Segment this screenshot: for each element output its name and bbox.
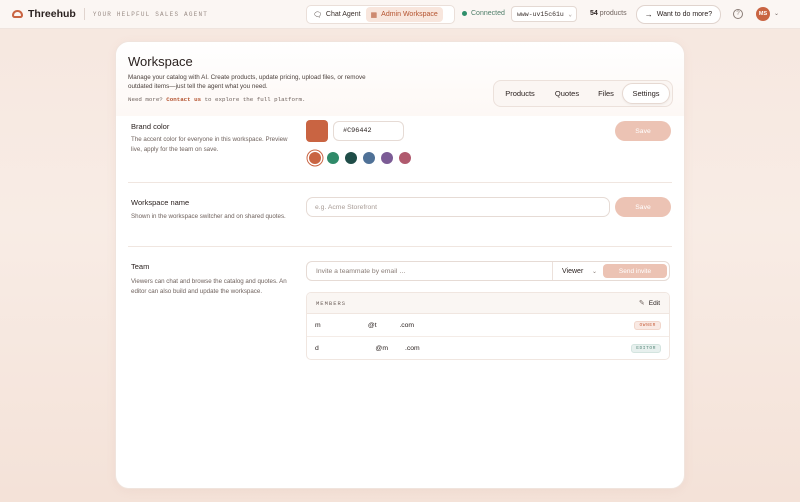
color-palette xyxy=(309,152,417,164)
chat-agent-button[interactable]: 🗨 Chat Agent xyxy=(308,7,366,22)
workspace-name-description: Shown in the workspace switcher and on s… xyxy=(131,213,286,220)
send-invite-button[interactable]: Send invite xyxy=(603,264,667,278)
team-title: Team xyxy=(131,262,150,271)
section-divider xyxy=(128,246,672,247)
palette-swatch-blue[interactable] xyxy=(363,152,375,164)
contact-note: Need more? Contact us to explore the ful… xyxy=(128,96,305,103)
save-brand-color-button[interactable]: Save xyxy=(615,121,671,141)
members-label: MEMBERS xyxy=(316,299,347,307)
contact-prefix: Need more? xyxy=(128,96,163,103)
brand-separator xyxy=(83,8,85,20)
chat-icon: 🗨 xyxy=(313,11,322,19)
palette-swatch-dark-teal[interactable] xyxy=(345,152,357,164)
member-email: m @t .com xyxy=(315,321,415,329)
section-divider xyxy=(128,182,672,183)
page-title: Workspace xyxy=(128,54,193,69)
want-more-button[interactable]: → Want to do more? xyxy=(636,5,721,24)
help-icon[interactable]: ? xyxy=(733,9,743,19)
workspace-panel: Workspace Manage your catalog with AI. C… xyxy=(115,41,685,489)
team-description: Viewers can chat and browse the catalog … xyxy=(131,278,287,295)
invite-email-input[interactable]: Invite a teammate by email … xyxy=(307,262,553,280)
edit-members-button[interactable]: ✎ Edit xyxy=(638,299,660,308)
role-select[interactable]: Viewer ⌄ xyxy=(553,262,601,280)
want-more-label: Want to do more? xyxy=(656,11,713,18)
brand-color-hex-input[interactable]: #C96442 xyxy=(333,121,404,141)
palette-swatch-green[interactable] xyxy=(327,152,339,164)
products-count-label: products xyxy=(599,10,627,17)
invite-row: Invite a teammate by email … Viewer ⌄ Se… xyxy=(306,261,670,281)
contact-suffix: to explore the full platform. xyxy=(204,96,306,103)
connection-status: Connected xyxy=(462,10,505,17)
chevron-down-icon: ⌄ xyxy=(568,10,572,18)
tab-quotes[interactable]: Quotes xyxy=(544,83,590,104)
workspace-id-select[interactable]: www-uv15c61u ⌄ xyxy=(511,6,577,22)
products-count-value: 54 xyxy=(590,10,598,17)
workspace-id-value: www-uv15c61u xyxy=(517,10,564,18)
member-row[interactable]: m @t .com OWNER xyxy=(307,314,669,337)
panel-header: Workspace Manage your catalog with AI. C… xyxy=(116,42,684,116)
chat-agent-label: Chat Agent xyxy=(325,11,361,18)
tab-products[interactable]: Products xyxy=(496,83,544,104)
products-count: 54 products xyxy=(590,10,627,17)
members-header: MEMBERS ✎ Edit xyxy=(307,293,669,314)
threehub-logo-icon xyxy=(12,10,23,18)
tab-files[interactable]: Files xyxy=(590,83,622,104)
role-badge-editor: EDITOR xyxy=(631,344,661,353)
page-description: Manage your catalog with AI. Create prod… xyxy=(128,74,366,90)
top-bar: Threehub YOUR HELPFUL SALES AGENT 🗨 Chat… xyxy=(0,0,800,29)
avatar[interactable]: MS xyxy=(756,7,770,21)
palette-swatch-terracotta[interactable] xyxy=(309,152,321,164)
workspace-name-input[interactable]: e.g. Acme Storefront xyxy=(306,197,610,217)
brand-color-title: Brand color xyxy=(131,122,170,131)
admin-workspace-button[interactable]: ▦ Admin Workspace xyxy=(365,7,443,22)
brand[interactable]: Threehub YOUR HELPFUL SALES AGENT xyxy=(12,8,208,20)
palette-swatch-rose[interactable] xyxy=(399,152,411,164)
brand-tagline: YOUR HELPFUL SALES AGENT xyxy=(92,10,209,18)
workspace-icon: ▦ xyxy=(370,11,378,19)
brand-color-swatch[interactable] xyxy=(306,120,328,142)
admin-workspace-label: Admin Workspace xyxy=(381,11,438,18)
chevron-down-icon[interactable]: ⌄ xyxy=(774,10,779,17)
role-value: Viewer xyxy=(562,267,584,275)
pencil-icon: ✎ xyxy=(638,300,645,307)
status-dot-icon xyxy=(462,11,467,16)
brand-name: Threehub xyxy=(28,8,76,20)
member-row[interactable]: d @m .com EDITOR xyxy=(307,337,669,359)
contact-us-link[interactable]: Contact us xyxy=(166,96,201,103)
tab-settings[interactable]: Settings xyxy=(622,83,670,104)
workspace-tabs: Products Quotes Files Settings xyxy=(493,80,673,107)
member-email: d @m .com xyxy=(315,345,420,352)
workspace-name-title: Workspace name xyxy=(131,198,190,207)
chevron-down-icon: ⌄ xyxy=(591,268,597,275)
members-table: MEMBERS ✎ Edit m @t .com OWNER d @m .com… xyxy=(306,292,670,360)
palette-swatch-purple[interactable] xyxy=(381,152,393,164)
role-badge-owner: OWNER xyxy=(634,320,661,330)
save-workspace-name-button[interactable]: Save xyxy=(615,197,671,217)
brand-color-description: The accent color for everyone in this wo… xyxy=(131,136,288,153)
arrow-right-icon: → xyxy=(644,10,653,19)
edit-label: Edit xyxy=(648,299,660,307)
mode-switcher: 🗨 Chat Agent ▦ Admin Workspace xyxy=(306,5,455,24)
status-label: Connected xyxy=(471,10,505,17)
